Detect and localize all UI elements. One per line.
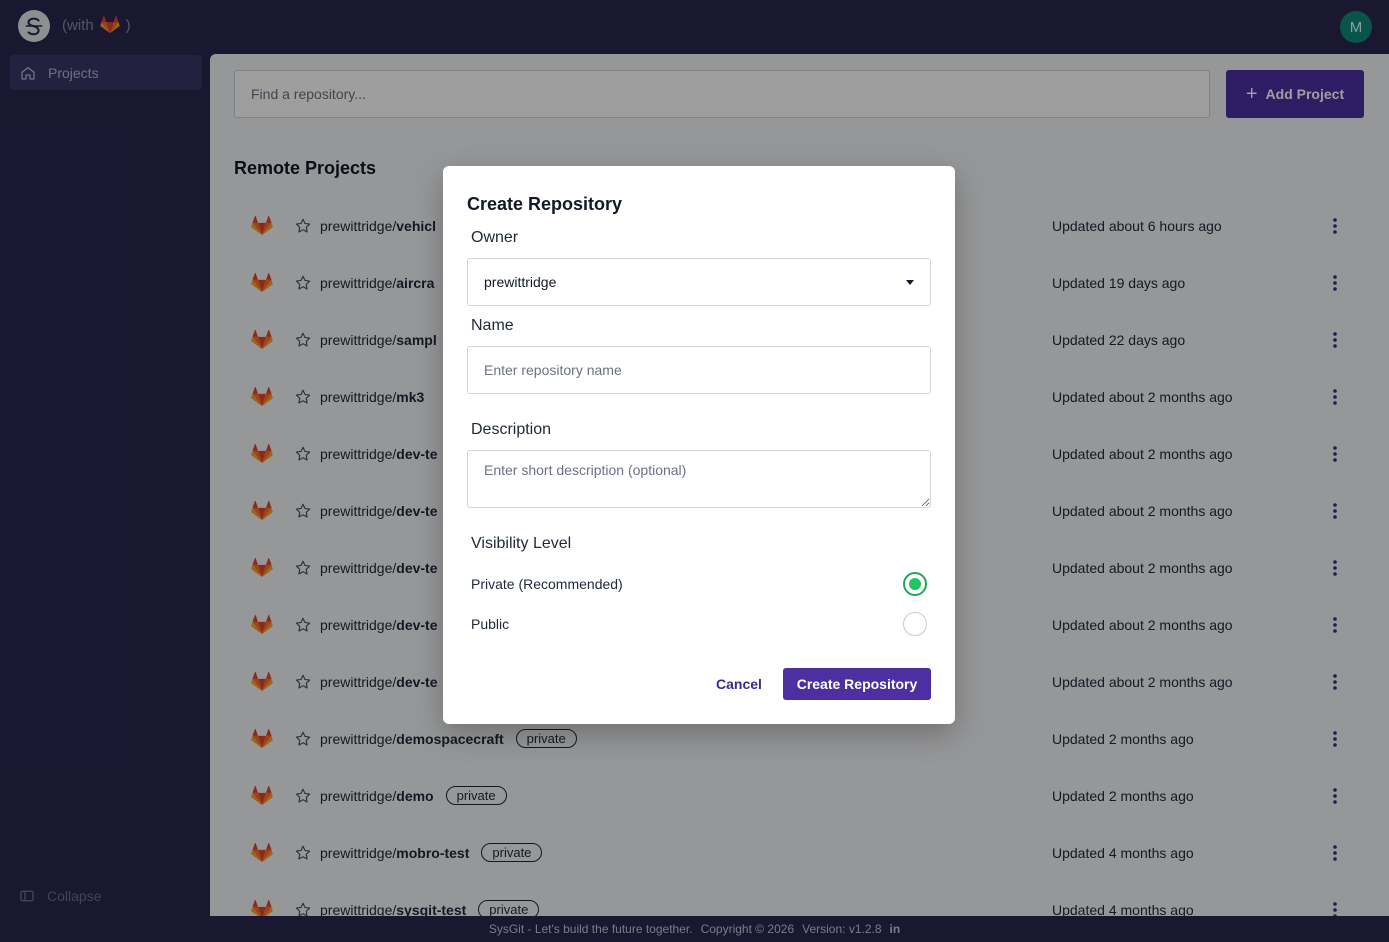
owner-select[interactable]: prewittridge	[467, 258, 931, 306]
owner-label: Owner	[471, 229, 519, 246]
public-radio[interactable]	[903, 612, 927, 636]
owner-value: prewittridge	[484, 274, 557, 290]
description-label: Description	[471, 421, 552, 438]
create-repository-dialog: Create Repository Owner prewittridge Nam…	[443, 166, 955, 724]
private-radio[interactable]	[903, 572, 927, 596]
private-option-label[interactable]: Private (Recommended)	[471, 576, 623, 592]
chevron-down-icon	[906, 280, 914, 285]
dialog-title: Create Repository	[467, 194, 623, 214]
description-textarea[interactable]	[467, 450, 931, 508]
cancel-button[interactable]: Cancel	[711, 668, 767, 700]
repository-name-input[interactable]	[467, 346, 931, 394]
create-repository-button[interactable]: Create Repository	[783, 668, 931, 700]
visibility-label: Visibility Level	[471, 535, 572, 552]
name-label: Name	[471, 317, 514, 334]
public-option-label[interactable]: Public	[471, 616, 509, 632]
